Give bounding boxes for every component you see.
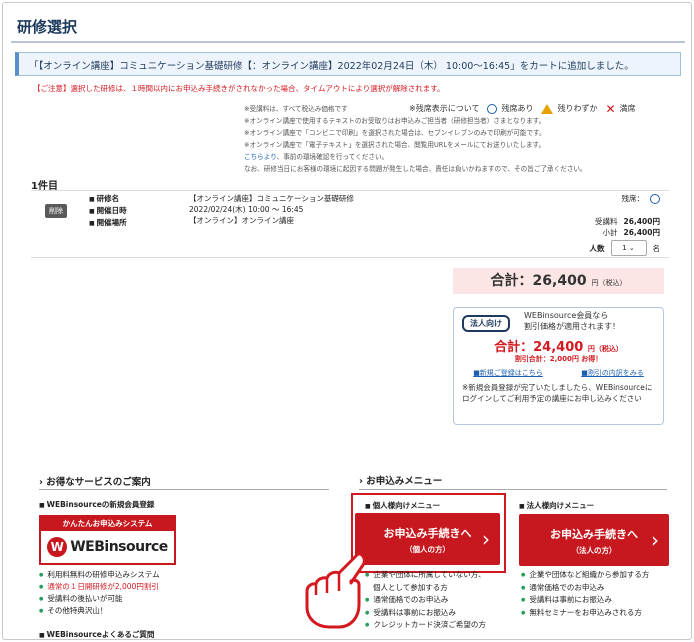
corporate-total-unit: 円（税込）	[587, 345, 623, 353]
corp-apply-button[interactable]: お申込み手続きへ （法人の方） ›	[519, 514, 669, 566]
services-heading: お得なサービスのご案内	[39, 474, 151, 488]
webinsource-logo-icon: W	[47, 537, 68, 557]
list-item: 通常の１日開研修が2,000円割引	[39, 581, 160, 593]
personal-apply-label: お申込み手続きへ	[383, 527, 472, 540]
personal-menu-bullets: 企業や団体に所属していない方、 個人として参加する方 通常価格でのお申込み 受講…	[365, 569, 486, 632]
corporate-msg-1: WEBinsource会員なら	[524, 311, 609, 320]
title-divider	[11, 41, 685, 43]
course-keys: 研修名 開催日時 開催場所	[89, 193, 127, 229]
divider	[31, 190, 669, 191]
discount-detail-link[interactable]: ■割引の内訳をみる	[581, 368, 644, 378]
course-key: 研修名	[89, 193, 127, 205]
list-item: 受講料の後払いが可能	[39, 593, 160, 605]
services-sub-faq[interactable]: WEBinsourceよくあるご質問	[39, 629, 155, 639]
course-key: 開催場所	[89, 217, 127, 229]
corp-menu-label: 法人様向けメニュー	[519, 500, 595, 511]
note-line: なお、研修当日にお客様の環境に起因する問題が発生した場合、責任は負いかねますので…	[244, 165, 587, 173]
corporate-discount: 割引合計：2,000円 お得！	[514, 355, 603, 363]
timeout-warning: 【ご注意】選択した研修は、１時間以内にお申込み手続きがされなかった場合、タイムア…	[33, 84, 445, 93]
note-line: ※オンライン講座で「電子テキスト」を選択された場合、閲覧用URLをメールにてお送…	[244, 141, 546, 149]
people-unit: 名	[652, 243, 661, 253]
banner-logo: W WEBinsource	[41, 531, 174, 563]
note-line: ※受講料は、すべて税込み価格です	[244, 105, 348, 113]
corporate-total-amount: 合計：24,400	[494, 340, 584, 355]
list-item: 利用料無料の研修申込みシステム	[39, 569, 159, 581]
subtotal-value: 26,400円	[623, 228, 660, 237]
list-item: 受講料は事前にお振込み	[521, 594, 649, 607]
price-info: 残席： 受講料 26,400円 小計 26,400円 人数 1 ⌄ 名	[589, 193, 661, 256]
services-bullets: 利用料無料の研修申込みシステム 通常の１日開研修が2,000円割引 受講料の後払…	[39, 569, 160, 617]
legend-full: 満席	[619, 104, 636, 113]
subtotal-label: 小計	[602, 228, 618, 237]
corp-apply-label: お申込み手続きへ	[550, 528, 638, 541]
course-key: 開催日時	[89, 205, 127, 217]
chevron-right-icon: ›	[651, 528, 659, 552]
corp-menu-bullets: 企業や団体など組織から参加する方 通常価格でのお申込み 受講料は事前にお振込み …	[521, 569, 649, 619]
fee-value: 26,400円	[623, 217, 660, 226]
course-name: 【オンライン講座】コミュニケーション基礎研修	[189, 194, 354, 203]
note-line: ※オンライン講座で使用するテキストのお受取りはお申込みご担当者（研修担当者）さま…	[244, 117, 546, 125]
page-title: 研修選択	[17, 18, 78, 36]
list-item: その他特典沢山！	[39, 605, 160, 617]
cart-added-notice: 「【オンライン講座】コミュニケーション基礎研修【：オンライン講座】2022年02…	[15, 52, 681, 76]
notes-block: ※受講料は、すべて税込み価格です ※残席表示について 残席あり 残りわずか ✕ …	[244, 103, 664, 175]
env-check-link[interactable]: こちらより	[244, 153, 277, 161]
people-label: 人数	[589, 243, 605, 253]
banner-logo-text: WEBinsource	[70, 539, 168, 555]
personal-menu-label: 個人様向けメニュー	[365, 500, 441, 511]
personal-apply-button[interactable]: お申込み手続きへ （個人の方） ›	[355, 513, 500, 565]
legend-available: 残席あり	[501, 104, 534, 113]
course-values: 【オンライン講座】コミュニケーション基礎研修 2022/02/24(木) 10:…	[189, 193, 354, 226]
chevron-down-icon: ⌄	[628, 244, 635, 252]
legend-label: ※残席表示について	[409, 104, 480, 113]
divider	[359, 489, 667, 490]
webinsource-banner[interactable]: かんたんお申込みシステム W WEBinsource	[39, 515, 176, 565]
course-venue: 【オンライン】オンライン講座	[189, 216, 294, 225]
divider	[39, 489, 329, 490]
banner-top: かんたんお申込みシステム	[41, 517, 174, 531]
few-triangle-icon	[541, 104, 554, 114]
available-circle-icon	[487, 104, 498, 114]
register-link[interactable]: ■新規ご登録はこちら	[473, 368, 543, 378]
pointing-hand-icon	[305, 552, 366, 629]
list-item: クレジットカード決済ご希望の方	[365, 619, 486, 632]
page-frame: 研修選択 「【オンライン講座】コミュニケーション基礎研修【：オンライン講座】20…	[2, 2, 692, 640]
fee-label: 受講料	[595, 217, 618, 226]
course-datetime: 2022/02/24(木) 10:00 〜 16:45	[189, 205, 304, 214]
corporate-msg-2: 割引価格が適用されます！	[524, 322, 620, 331]
total-unit: 円（税込）	[591, 279, 627, 287]
services-sub-register: WEBinsourceの新規会員登録	[39, 499, 155, 510]
list-item: 企業や団体に所属していない方、	[365, 569, 486, 582]
note-line: ※オンライン講座で「コンビニで印刷」を選択された場合は、セブンイレブンのみで印刷…	[244, 129, 546, 137]
corporate-tag: 法人向け	[462, 315, 510, 332]
people-select[interactable]: 1 ⌄	[610, 240, 647, 256]
corporate-total: 合計：24,400 円（税込）	[454, 336, 663, 355]
corporate-message: WEBinsource会員なら 割引価格が適用されます！	[524, 310, 620, 332]
menu-heading: お申込みメニュー	[359, 473, 442, 487]
list-item: 受講料は事前にお振込み	[365, 607, 486, 620]
personal-apply-sub: （個人の方）	[405, 545, 450, 554]
full-cross-icon: ✕	[605, 102, 616, 116]
list-item: 通常価格でのお申込み	[521, 582, 649, 595]
delete-button[interactable]: 削除	[45, 204, 67, 218]
seat-status-icon	[650, 193, 660, 204]
corporate-note: ※新規会員登録が完了いたしましたら、WEBinsourceにログインしてご利用予…	[462, 383, 653, 403]
total-amount: 合計：26,400	[490, 273, 587, 289]
divider	[31, 257, 669, 258]
seat-legend: ※残席表示について 残席あり 残りわずか ✕ 満席	[409, 103, 636, 115]
list-item: 企業や団体など組織から参加する方	[521, 569, 649, 582]
total-bar: 合計：26,400 円（税込）	[453, 268, 664, 294]
chevron-right-icon: ›	[482, 527, 490, 551]
corp-apply-sub: （法人の方）	[571, 546, 617, 555]
list-item: 無料セミナーをお申込みされる方	[521, 607, 649, 620]
people-value: 1	[622, 244, 627, 252]
corporate-links: ■新規ご登録はこちら ■割引の内訳をみる	[454, 368, 663, 378]
corporate-price-box: 法人向け WEBinsource会員なら 割引価格が適用されます！ 合計：24,…	[453, 307, 664, 425]
note-link-suffix: 、事前の環境確認を行ってください。	[276, 153, 389, 161]
legend-few: 残りわずか	[557, 104, 598, 113]
list-item: 通常価格でのお申込み	[365, 594, 486, 607]
list-item: 個人として参加する方	[373, 582, 448, 592]
seat-label: 残席：	[621, 194, 645, 203]
